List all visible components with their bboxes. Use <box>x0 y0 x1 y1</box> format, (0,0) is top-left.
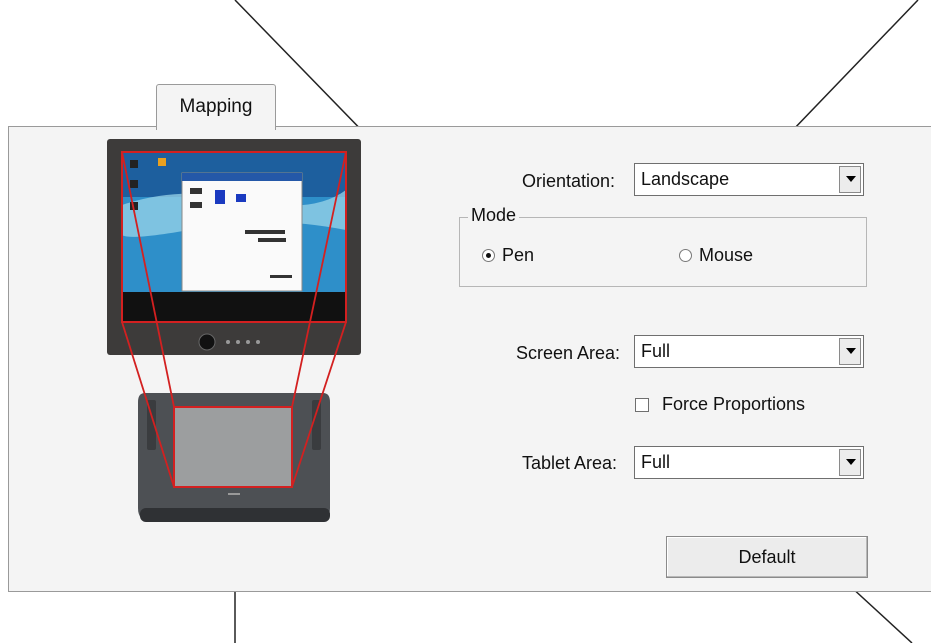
force-proportions-label[interactable]: Force Proportions <box>662 394 805 415</box>
mouse-radio[interactable] <box>679 249 692 262</box>
tablet-area-value: Full <box>641 452 671 472</box>
mouse-label[interactable]: Mouse <box>699 245 753 266</box>
mode-title: Mode <box>468 205 520 226</box>
screen-area-label: Screen Area: <box>516 343 621 363</box>
screen-area-value: Full <box>641 341 671 361</box>
dropdown-arrow-icon[interactable] <box>839 449 861 476</box>
screen-area-select[interactable]: Full <box>634 335 864 368</box>
tablet-area-select[interactable]: Full <box>634 446 864 479</box>
dropdown-arrow-icon[interactable] <box>839 166 861 193</box>
force-proportions-checkbox[interactable] <box>635 398 649 412</box>
tab-mapping[interactable]: Mapping <box>156 84 276 130</box>
default-button[interactable]: Default <box>666 536 868 578</box>
orientation-select[interactable]: Landscape <box>634 163 864 196</box>
pen-label[interactable]: Pen <box>502 245 534 266</box>
dropdown-arrow-icon[interactable] <box>839 338 861 365</box>
pen-radio[interactable] <box>482 249 495 262</box>
orientation-label: Orientation: <box>522 171 616 191</box>
tablet-area-label: Tablet Area: <box>522 453 618 473</box>
orientation-value: Landscape <box>641 169 730 189</box>
